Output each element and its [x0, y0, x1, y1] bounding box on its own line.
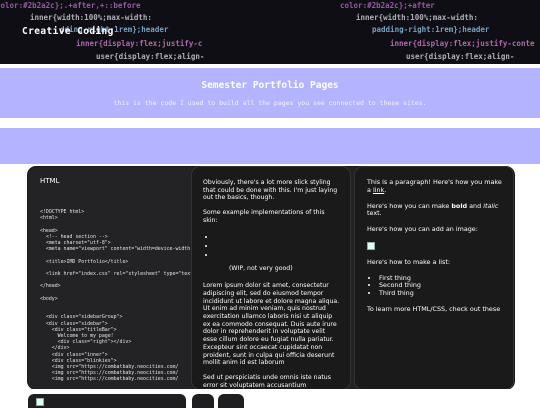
link-paragraph: This is a paragraph! Here's how you make… [367, 178, 503, 195]
example-list: First thing Second thing Third thing [367, 274, 503, 298]
text: This is a paragraph! Here's how you make… [367, 178, 502, 194]
wip-note: (WIP, not very good) [229, 264, 293, 272]
header-banner: color:#2b2a2c};.+after,+::before inner{w… [0, 0, 540, 64]
image-placeholder [367, 241, 503, 251]
html-preview-panel[interactable]: This is a paragraph! Here's how you make… [355, 167, 513, 389]
preview-content: This is a paragraph! Here's how you make… [367, 178, 503, 322]
formatting-paragraph: Here's how you can make bold and italic … [367, 201, 503, 219]
examples-heading: Some example implementations of this ski… [203, 209, 325, 224]
text: and [467, 201, 484, 210]
image-paragraph: Here's how you can add an image: [367, 225, 478, 234]
page-title: Semester Portfolio Pages [201, 80, 339, 91]
broken-image-icon [367, 241, 375, 250]
text: Here's how you can make [367, 201, 452, 210]
page-subtitle: this is the code I used to build all the… [113, 99, 427, 107]
spacer-band [0, 128, 540, 164]
lorem-paragraph: Lorem ipsum dolor sit amet, consectetur … [203, 282, 340, 367]
intro-section: Semester Portfolio Pages this is the cod… [0, 68, 540, 118]
bottom-panel[interactable] [192, 394, 214, 408]
text: text. [367, 209, 382, 218]
sed-paragraph: Sed ut perspiciatis unde omnis iste natu… [203, 373, 331, 389]
bottom-panel[interactable] [28, 394, 186, 408]
list-heading: Here's how to make a list: [367, 257, 451, 266]
example-link[interactable] [215, 241, 341, 250]
list-item: Third thing [379, 289, 503, 298]
bottom-panel[interactable] [218, 394, 244, 408]
skin-preview-panel[interactable]: Obviously, there's a lot more slick styl… [192, 167, 350, 389]
learn-more-paragraph: To learn more HTML/CSS, check out these [367, 304, 501, 313]
example-link[interactable]: link [373, 186, 384, 194]
examples-list [203, 232, 341, 259]
text: . [384, 185, 387, 194]
panel-label: HTML [40, 177, 60, 185]
bold-text: bold [451, 201, 468, 210]
site-title: Creative Coding [22, 26, 114, 37]
example-link[interactable] [215, 250, 341, 259]
example-link[interactable] [215, 232, 341, 241]
intro-paragraph: Obviously, there's a lot more slick styl… [203, 179, 338, 202]
italic-text: italic [483, 201, 499, 210]
preview-content: Obviously, there's a lot more slick styl… [203, 179, 341, 389]
